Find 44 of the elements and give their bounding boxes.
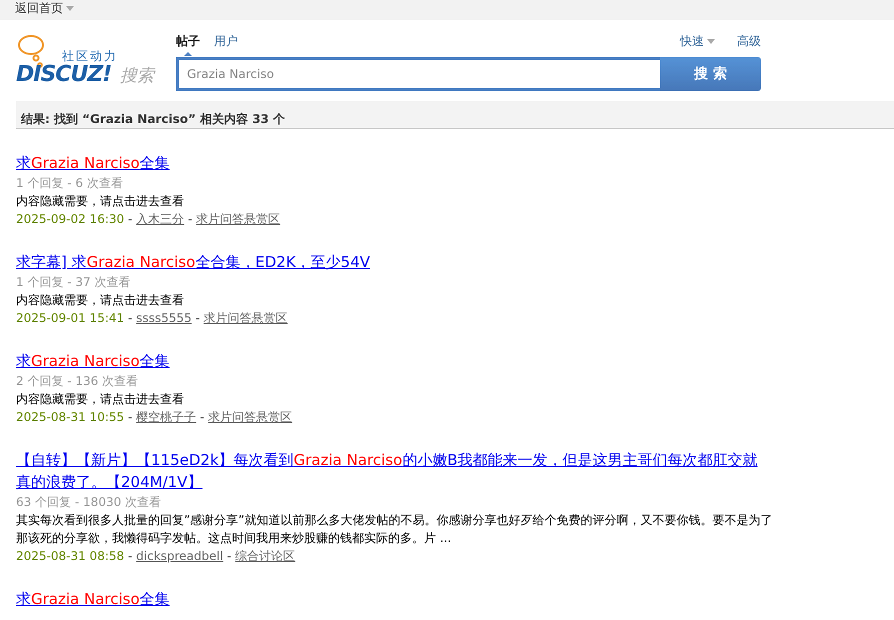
post-date: 2025-08-31 10:55 [16,410,124,424]
results-summary: 结果: 找到 “Grazia Narciso” 相关内容 33 个 [21,112,286,126]
author-link[interactable]: 入木三分 [136,212,184,226]
search-tab[interactable]: 用户 [214,34,238,56]
caret-icon [707,38,715,44]
quick-search-dropdown[interactable]: 快速 [680,32,715,50]
separator: - [128,212,132,226]
logo-text: DISCUZ! [16,62,112,87]
forum-link[interactable]: 求片问答悬赏区 [196,212,280,226]
reply-view-count: 1 个回复 - 37 次查看 [16,274,132,291]
separator: - [196,311,200,325]
reply-view-count: 1 个回复 - 6 次查看 [16,175,124,192]
separator: - [227,549,232,563]
author-link[interactable]: 樱空桃子子 [136,410,196,424]
post-excerpt: 内容隐藏需要，请点击进去查看 [16,193,185,210]
separator: - [188,212,192,226]
caret-icon [66,6,74,10]
result-title-link[interactable]: 求Grazia Narciso全集 [16,588,170,610]
result-title-link[interactable]: 求Grazia Narciso全集 [16,350,170,372]
advanced-search-link[interactable]: 高级 [737,32,761,50]
result-title-link[interactable]: 求Grazia Narciso全集 [16,152,170,174]
reply-view-count: 63 个回复 - 18030 次查看 [16,494,162,511]
author-link[interactable]: dickspreadbell [136,549,224,563]
search-tab[interactable]: 帖子 [176,34,200,56]
separator: - [128,311,132,325]
separator: - [128,549,132,563]
forum-link[interactable]: 求片问答悬赏区 [204,311,288,325]
forum-link[interactable]: 求片问答悬赏区 [208,410,292,424]
author-link[interactable]: ssss5555 [136,311,192,325]
reply-view-count: 2 个回复 - 136 次查看 [16,373,140,390]
post-excerpt: 内容隐藏需要，请点击进去查看 [16,292,185,309]
post-date: 2025-08-31 08:58 [16,549,124,563]
logo-tagline: 社区动力 [62,48,118,64]
search-field[interactable]: Grazia Narciso [176,57,660,91]
post-excerpt: 内容隐藏需要，请点击进去查看 [16,391,185,408]
search-button[interactable]: 搜 索 [660,57,761,91]
separator: - [200,410,204,424]
post-date: 2025-09-01 15:41 [16,311,124,325]
forum-link[interactable]: 综合讨论区 [235,549,296,563]
logo-subtitle: 搜索 [120,65,154,87]
post-excerpt: 其实每次看到很多人批量的回复”感谢分享”就知道以前那么多大佬发帖的不易。你感谢分享也好歹给个免费的评分啊，又不要你钱。要不是为了那该死的分享欲，我懒得码字发帖。这点时间我用来炒股赚的钱都实际的多。片 ... [16,512,774,547]
separator: - [128,410,132,424]
post-date: 2025-09-02 16:30 [16,212,124,226]
home-link[interactable]: 返回首页 [15,1,74,15]
